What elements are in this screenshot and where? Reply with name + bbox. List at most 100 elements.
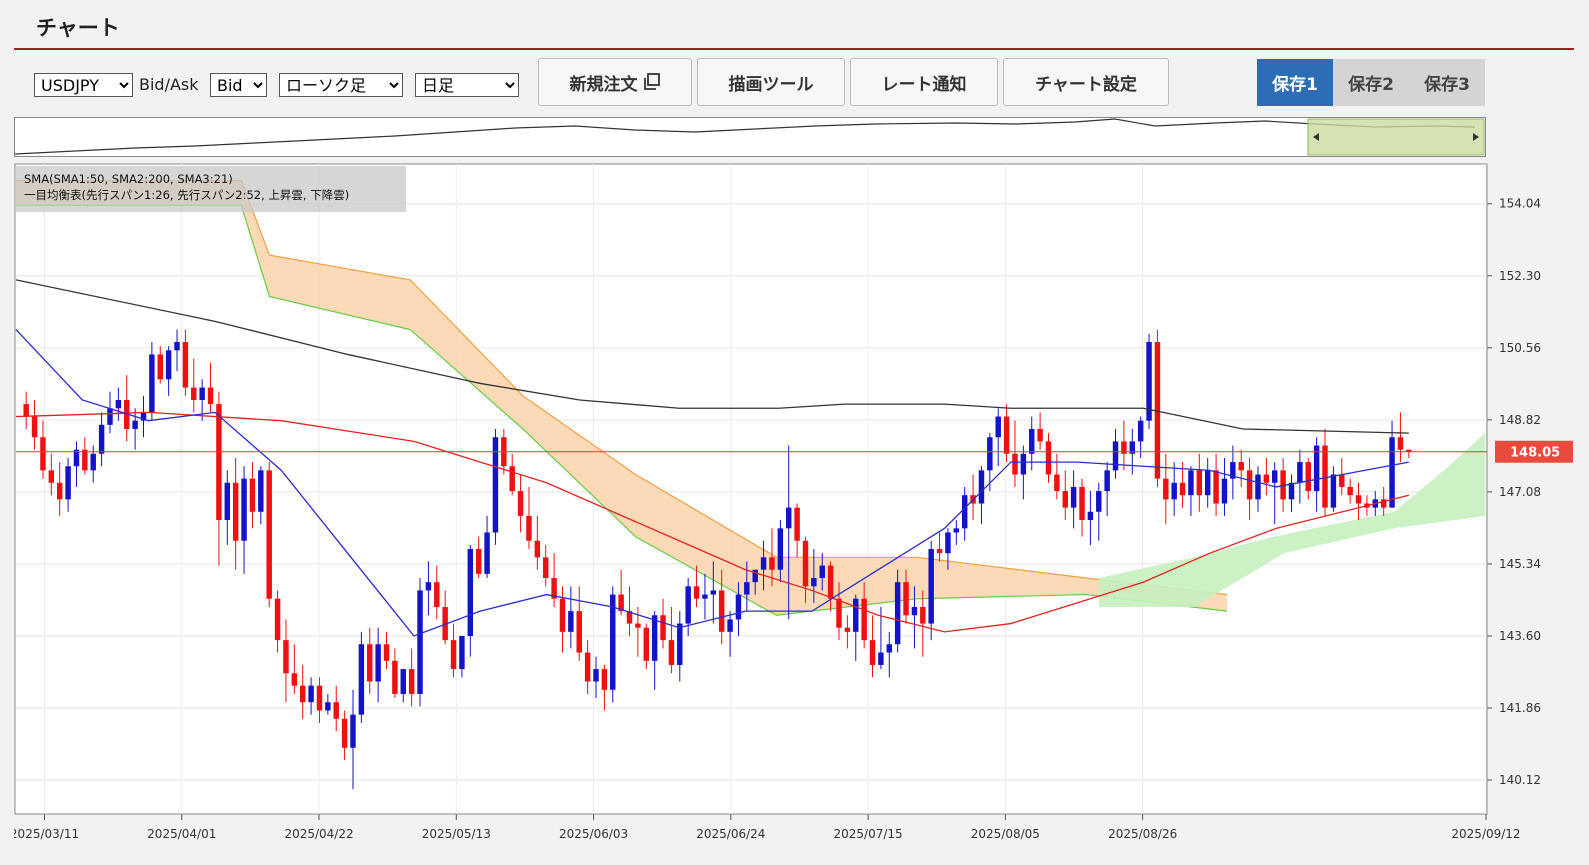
candle-body	[283, 640, 289, 674]
candle-body	[1355, 495, 1362, 504]
new-window-icon	[643, 73, 660, 90]
x-tick-label: 2025/08/26	[1108, 827, 1177, 841]
candle-body	[517, 491, 524, 516]
candle-body	[584, 652, 591, 682]
page-title: チャート	[36, 16, 120, 40]
candle-body	[1188, 470, 1194, 496]
candle-body	[341, 718, 348, 748]
y-tick-label: 140.12	[1499, 773, 1541, 787]
candle-body	[232, 482, 239, 541]
candle-body	[601, 669, 608, 690]
navigator-range[interactable]	[1307, 118, 1485, 156]
candle-body	[1272, 470, 1278, 483]
candle-body	[610, 594, 616, 690]
candle-body	[56, 482, 63, 500]
candle-body	[316, 685, 323, 711]
candle-body	[1347, 486, 1353, 496]
candle-body	[149, 354, 155, 413]
candle-body	[207, 387, 214, 405]
candle-body	[1079, 486, 1085, 521]
candle-body	[760, 557, 767, 570]
candle-body	[1179, 482, 1186, 496]
candle-body	[408, 669, 415, 694]
candle-body	[224, 482, 231, 521]
candle-body	[157, 354, 163, 380]
rate-alert-button[interactable]: レート通知	[850, 58, 998, 106]
drawing-tools-label: 描画ツール	[728, 74, 814, 95]
candle-body	[844, 627, 851, 632]
x-tick-label: 2025/09/12	[1451, 827, 1520, 841]
navigator-overview[interactable]	[14, 117, 1486, 157]
candle-body	[802, 540, 809, 587]
bidask-select[interactable]: Bid	[210, 73, 267, 97]
y-tick-label: 150.56	[1499, 341, 1541, 355]
price-chart[interactable]: 154.04 152.30 150.56 148.82 147.08 145.34 143.…	[10, 163, 1574, 853]
chart-type-select[interactable]: ローソク足	[279, 73, 403, 97]
x-tick-label: 2025/06/03	[559, 827, 628, 841]
y-tick-label: 143.60	[1499, 629, 1541, 643]
save2-button[interactable]: 保存2	[1333, 59, 1409, 106]
x-tick-label: 2025/07/15	[834, 827, 903, 841]
candle-body	[475, 549, 482, 574]
candle-body	[1213, 470, 1219, 504]
candle-body	[987, 437, 993, 471]
candle-body	[643, 627, 649, 661]
candle-body	[677, 623, 683, 665]
period-select[interactable]: 日足	[415, 73, 519, 97]
candle-body	[777, 528, 784, 570]
drawing-tools-button[interactable]: 描画ツール	[697, 58, 845, 106]
save-tabs: 保存1 保存2 保存3	[1257, 59, 1485, 106]
indicator-legend: SMA(SMA1:50, SMA2:200, SMA3:21) 一目均衡表(先行…	[16, 166, 406, 212]
candle-body	[526, 515, 532, 541]
rate-alert-label: レート通知	[881, 74, 967, 95]
candle-body	[1029, 428, 1035, 454]
candle-body	[90, 453, 96, 471]
candle-body	[869, 640, 876, 665]
candle-body	[216, 404, 222, 521]
current-price-label: 148.05	[1510, 446, 1560, 461]
candle-body	[450, 640, 457, 670]
candle-body	[1246, 470, 1253, 500]
candle-body	[383, 644, 390, 661]
candle-body	[718, 590, 725, 632]
candle-body	[1196, 470, 1203, 496]
candle-body	[98, 424, 105, 454]
candle-body	[542, 557, 549, 579]
candle-body	[1322, 445, 1328, 508]
new-order-button[interactable]: 新規注文	[538, 58, 692, 106]
candle-body	[174, 342, 180, 351]
chart-canvas: 154.04 152.30 150.56 148.82 147.08 145.34 143.…	[10, 163, 1573, 841]
candle-body	[961, 495, 968, 529]
candle-body	[1313, 445, 1320, 492]
chart-settings-label: チャート設定	[1035, 74, 1137, 95]
candle-body	[375, 644, 381, 682]
candle-body	[559, 598, 566, 632]
candle-body	[1389, 437, 1395, 508]
bidask-label: Bid/Ask	[139, 75, 199, 94]
candle-body	[249, 478, 256, 512]
candle-body	[165, 350, 172, 380]
save3-button[interactable]: 保存3	[1409, 59, 1485, 106]
y-tick-label: 152.30	[1499, 269, 1541, 283]
candle-body	[710, 590, 717, 595]
candle-body	[1104, 470, 1110, 492]
y-tick-label: 141.86	[1499, 701, 1541, 715]
candle-body	[484, 532, 490, 574]
candle-body	[861, 598, 867, 641]
candle-body	[1037, 428, 1043, 442]
candle-body	[593, 669, 599, 682]
save1-button[interactable]: 保存1	[1257, 59, 1333, 106]
candle-body	[23, 404, 29, 417]
candle-body	[48, 470, 55, 483]
candle-body	[1087, 511, 1094, 521]
candle-body	[953, 528, 960, 533]
candle-body	[467, 549, 474, 636]
candle-body	[191, 387, 197, 400]
chart-settings-button[interactable]: チャート設定	[1003, 58, 1169, 106]
legend-sma: SMA(SMA1:50, SMA2:200, SMA3:21)	[24, 172, 233, 186]
symbol-select[interactable]: USDJPY	[34, 73, 133, 97]
candle-body	[299, 685, 306, 703]
candle-body	[685, 586, 691, 624]
candle-body	[1171, 482, 1177, 500]
x-tick-label: 2025/04/22	[284, 827, 353, 841]
